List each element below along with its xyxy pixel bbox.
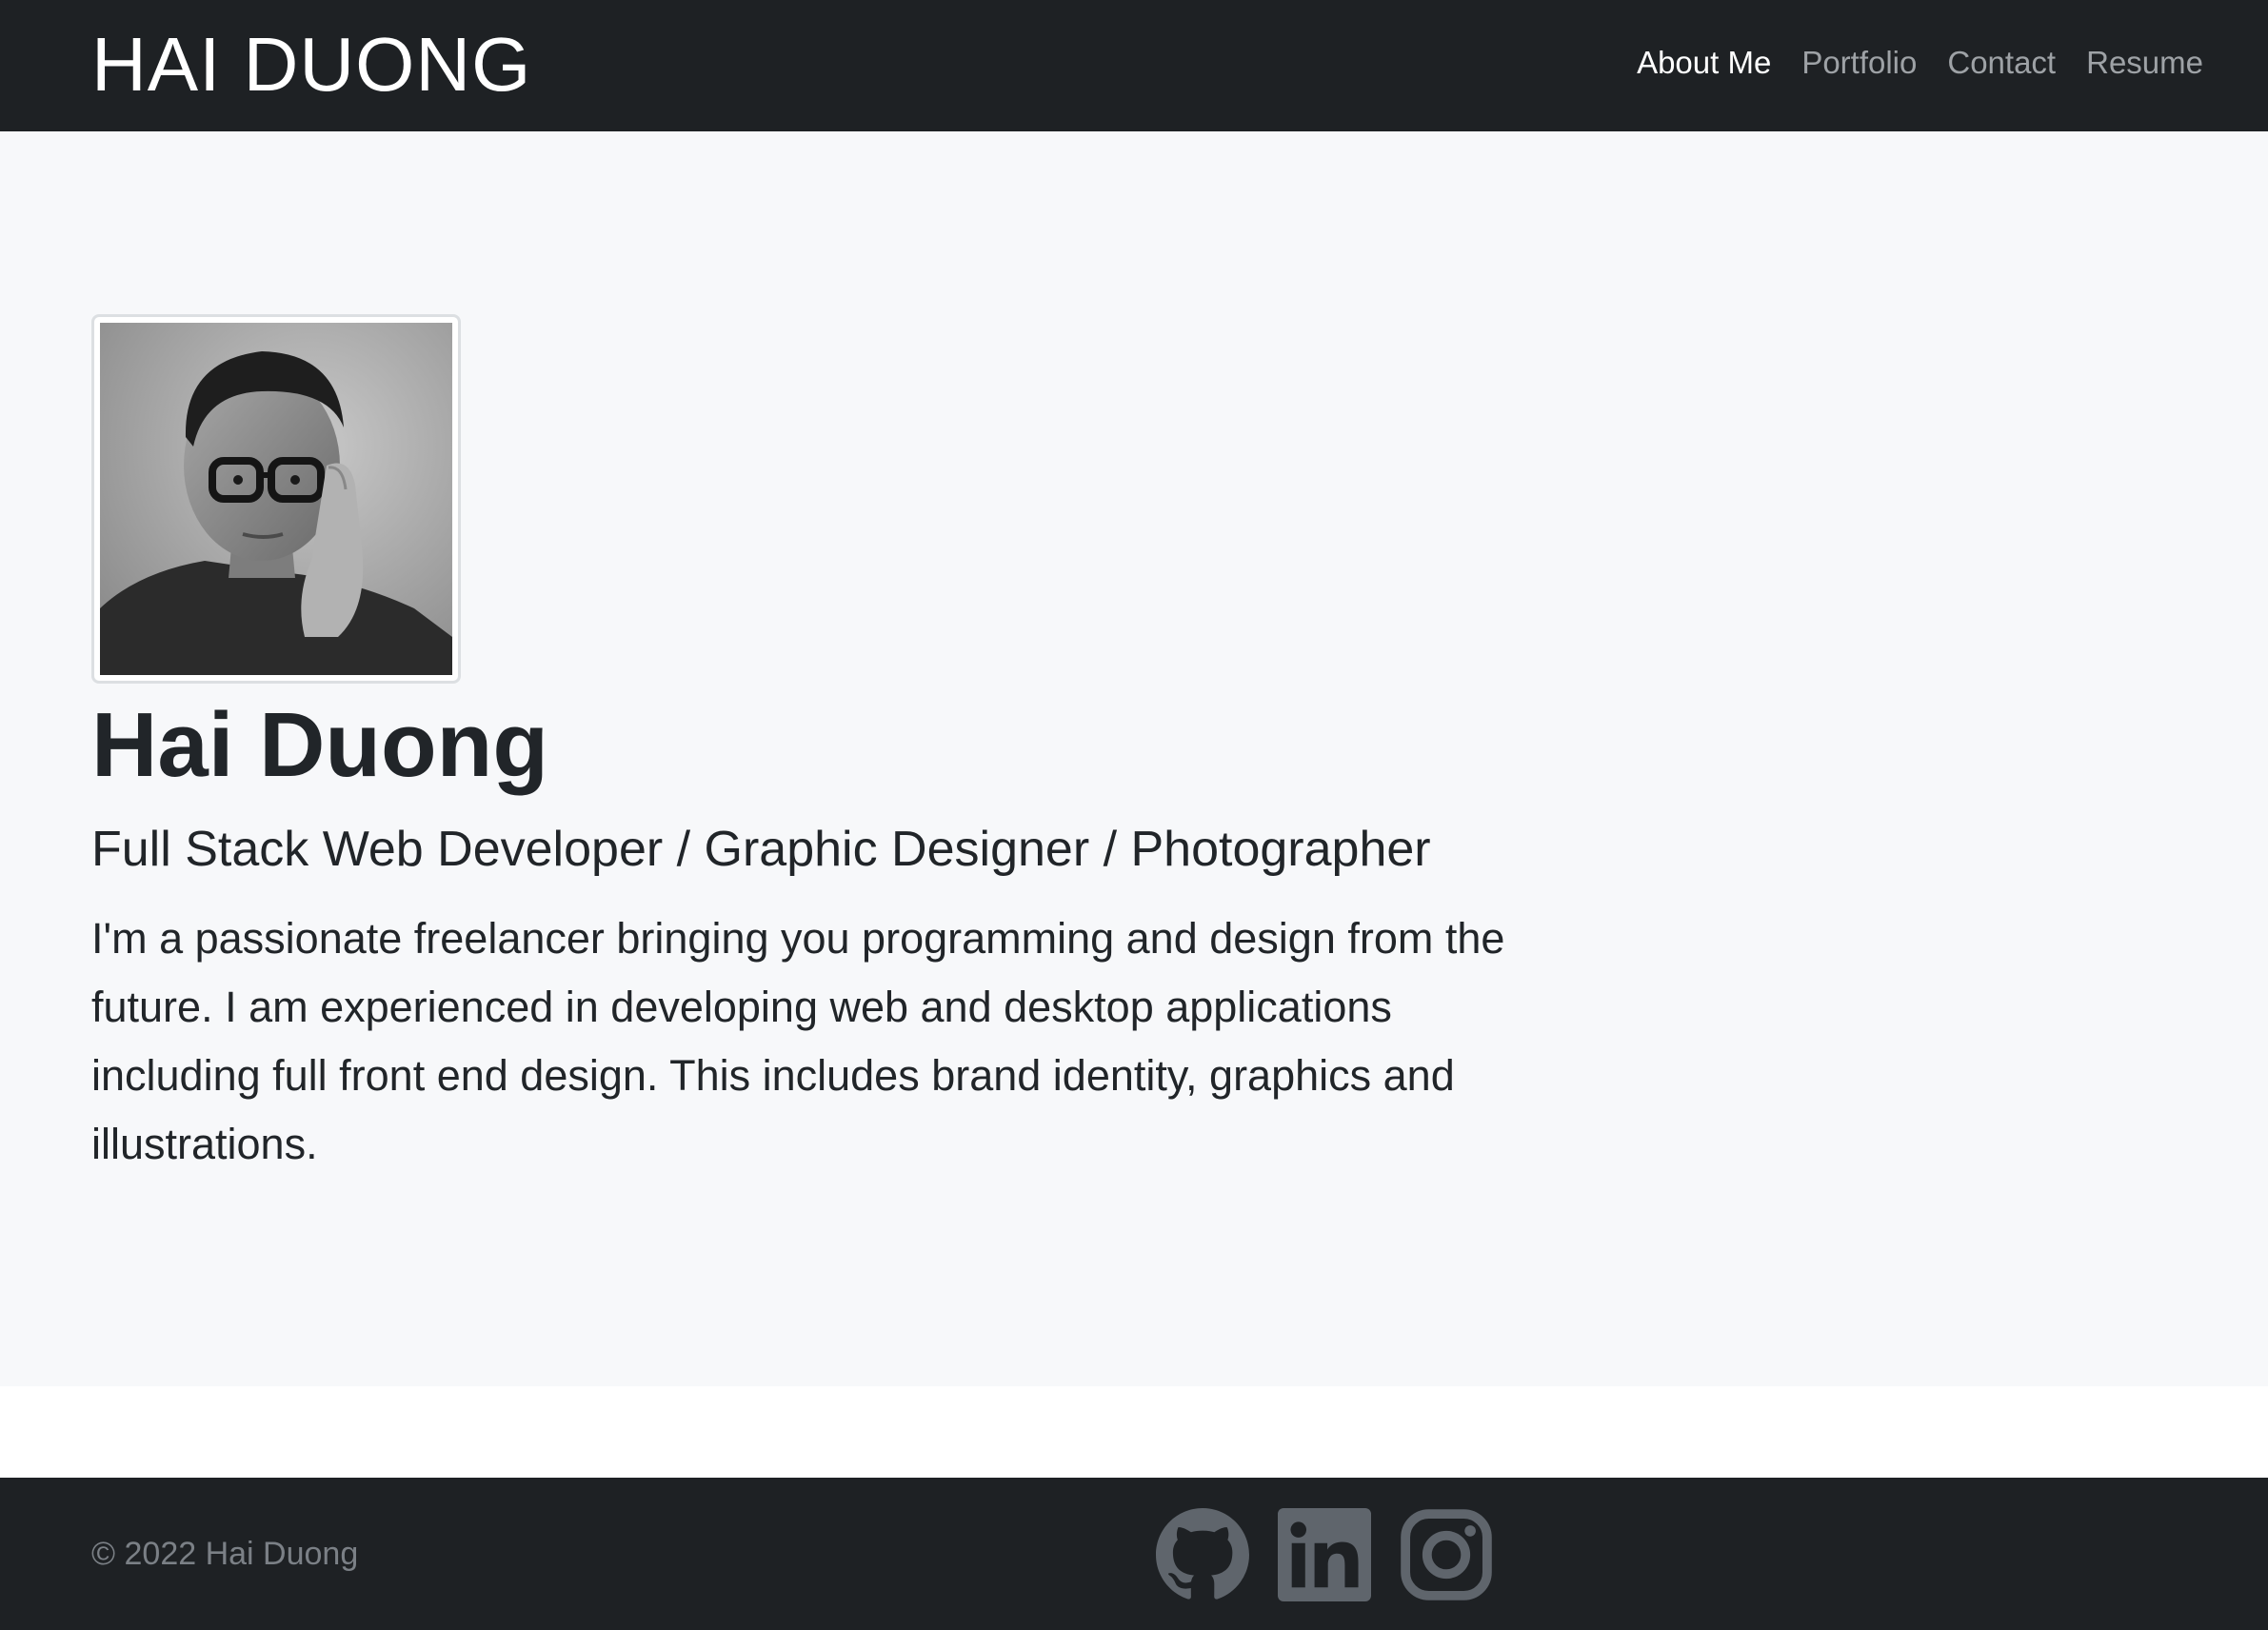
profile-photo-frame [91, 314, 461, 684]
nav-link-portfolio[interactable]: Portfolio [1801, 42, 1917, 84]
hero-bio: I'm a passionate freelancer bringing you… [91, 914, 1505, 1168]
about-section: Hai Duong Full Stack Web Developer / Gra… [0, 131, 2268, 1386]
instagram-icon [1401, 1509, 1492, 1600]
github-icon [1156, 1508, 1249, 1600]
linkedin-link[interactable] [1278, 1508, 1371, 1601]
brand-logo[interactable]: HAI DUONG [91, 21, 531, 109]
profile-photo [100, 323, 452, 675]
nav-link-contact[interactable]: Contact [1947, 42, 2056, 84]
social-links [1156, 1508, 1493, 1601]
github-link[interactable] [1156, 1508, 1249, 1601]
linkedin-icon [1278, 1508, 1371, 1601]
instagram-link[interactable] [1400, 1508, 1493, 1601]
nav-links: About Me Portfolio Contact Resume [1637, 42, 2203, 84]
copyright-text: © 2022 Hai Duong [91, 1536, 359, 1572]
nav-link-about-me[interactable]: About Me [1637, 42, 1771, 84]
footer: © 2022 Hai Duong [0, 1478, 2268, 1630]
hero-name: Hai Duong [91, 694, 548, 796]
navbar: HAI DUONG About Me Portfolio Contact Res… [0, 0, 2268, 131]
hero-tagline: Full Stack Web Developer / Graphic Desig… [91, 822, 1431, 877]
nav-link-resume[interactable]: Resume [2086, 42, 2203, 84]
